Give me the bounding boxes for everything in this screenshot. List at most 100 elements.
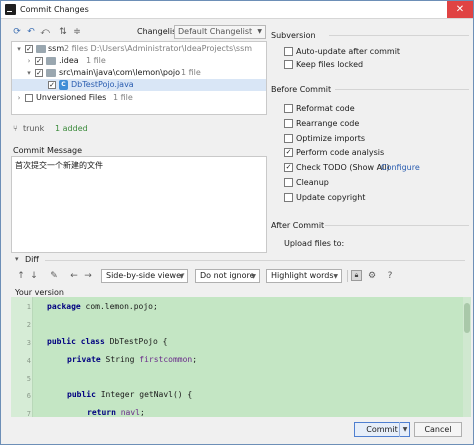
chevron-right-icon[interactable]: › (15, 92, 23, 104)
option-reformat-code[interactable]: Reformat code (284, 103, 469, 114)
undo-icon[interactable]: ↶ (25, 26, 37, 38)
chevron-down-icon: ▼ (251, 273, 256, 280)
refresh-icon[interactable]: ⟳ (11, 26, 23, 38)
tree-node-label: .idea (59, 56, 79, 65)
chevron-right-icon[interactable]: › (25, 55, 33, 67)
folder-icon (46, 69, 56, 77)
unversioned-checkbox[interactable] (25, 94, 33, 102)
tree-node-idea[interactable]: › ✓ .idea 1 file (12, 55, 266, 67)
arrow-left-icon[interactable]: ← (68, 270, 80, 282)
arrow-right-icon[interactable]: → (82, 270, 94, 282)
update-copyright-checkbox[interactable] (284, 193, 293, 202)
commit-options-dropdown[interactable]: ▼ (399, 422, 410, 437)
chevron-down-icon[interactable]: ▾ (15, 255, 19, 263)
diff-section-header[interactable]: ▾ Diff (11, 255, 471, 265)
branch-icon: ⑂ (13, 124, 18, 133)
commit-button-label: Commit (366, 425, 398, 434)
optimize-imports-checkbox[interactable] (284, 134, 293, 143)
rollback-icon[interactable]: ⤺ (39, 26, 51, 38)
option-label: Update copyright (296, 193, 366, 202)
ssm-checkbox[interactable]: ✓ (25, 45, 33, 53)
divider (329, 35, 469, 36)
upload-files-label: Upload files to: (284, 239, 345, 248)
highlight-select[interactable]: Highlight words ▼ (266, 269, 342, 283)
whitespace-select[interactable]: Do not ignore ▼ (195, 269, 260, 283)
reformat-code-checkbox[interactable] (284, 104, 293, 113)
diff-code-view[interactable]: 1 2 3 4 5 6 7 package com.lemon.pojo; pu… (11, 297, 471, 417)
code-method: getNavl (139, 390, 173, 399)
help-icon[interactable]: ? (384, 270, 396, 282)
divider (335, 89, 469, 90)
option-label: Check TODO (Show All) (296, 163, 390, 172)
option-keep-locked[interactable]: Keep files locked (284, 59, 469, 70)
option-auto-update[interactable]: Auto-update after commit (284, 46, 469, 57)
code-line: public class DbTestPojo { (47, 337, 167, 346)
check-todo-checkbox[interactable]: ✓ (284, 163, 293, 172)
code-scrollbar[interactable] (463, 297, 471, 417)
cancel-button[interactable]: Cancel (414, 422, 462, 437)
tree-node-unversioned[interactable]: › Unversioned Files 1 file (12, 92, 266, 104)
option-optimize-imports[interactable]: Optimize imports (284, 133, 469, 144)
arrow-down-icon[interactable]: ↓ (28, 270, 40, 282)
code-line: return navl; (87, 408, 145, 417)
option-update-copyright[interactable]: Update copyright (284, 192, 469, 203)
option-check-todo[interactable]: ✓ Check TODO (Show All) Configure (284, 162, 469, 173)
before-commit-section-title: Before Commit (271, 85, 332, 94)
chevron-down-icon[interactable]: ▾ (25, 67, 33, 79)
commit-changes-dialog: Commit Changes ✕ ⟳ ↶ ⤺ ⇅ ≑ Changelist: D… (0, 0, 474, 445)
code-text: com.lemon.pojo; (80, 302, 158, 311)
code-text: DbTestPojo { (104, 337, 168, 346)
changelist-select[interactable]: Default Changelist ▼ (174, 25, 266, 39)
option-label: Perform code analysis (296, 148, 385, 157)
gear-icon[interactable]: ⚙ (366, 270, 378, 282)
auto-update-checkbox[interactable] (284, 47, 293, 56)
option-perform-code-analysis[interactable]: ✓ Perform code analysis (284, 147, 469, 158)
scrollbar-thumb[interactable] (464, 303, 470, 333)
lock-icon[interactable]: 🔒︎ (351, 270, 362, 281)
configure-link[interactable]: Configure (381, 162, 420, 173)
pojo-checkbox[interactable]: ✓ (35, 69, 43, 77)
dbtestpojo-checkbox[interactable]: ✓ (48, 81, 56, 89)
tree-node-pojo-package[interactable]: ▾ ✓ src\main\java\com\lemon\pojo 1 file (12, 67, 266, 79)
option-label: Keep files locked (296, 60, 364, 69)
tree-node-label: ssm (48, 44, 65, 53)
diff-viewer-value: Side-by-side viewer (106, 271, 185, 280)
code-field: firstcommon (139, 355, 193, 364)
edit-icon[interactable]: ✎ (48, 270, 60, 282)
idea-checkbox[interactable]: ✓ (35, 57, 43, 65)
code-line: private String firstcommon; (67, 355, 197, 364)
tree-node-label: Unversioned Files (36, 93, 107, 102)
commit-message-label: Commit Message (13, 146, 83, 155)
expand-all-icon[interactable]: ⇅ (57, 26, 69, 38)
line-number: 3 (26, 339, 31, 347)
option-rearrange-code[interactable]: Rearrange code (284, 118, 469, 129)
chevron-down-icon: ▼ (257, 28, 262, 35)
tree-node-dbtestpojo[interactable]: ✓ C DbTestPojo.java (12, 79, 266, 91)
rearrange-code-checkbox[interactable] (284, 119, 293, 128)
code-line: public Integer getNavl() { (67, 390, 192, 399)
option-label: Optimize imports (296, 134, 365, 143)
after-commit-section-title: After Commit (271, 221, 325, 230)
close-button[interactable]: ✕ (447, 1, 473, 18)
folder-icon (36, 45, 46, 53)
option-cleanup[interactable]: Cleanup (284, 177, 469, 188)
arrow-up-icon[interactable]: ↑ (15, 270, 27, 282)
cancel-button-label: Cancel (424, 425, 452, 434)
code-keyword: public (67, 390, 96, 399)
highlight-value: Highlight words (271, 271, 334, 280)
chevron-down-icon[interactable]: ▾ (15, 43, 23, 55)
diff-viewer-select[interactable]: Side-by-side viewer ▼ (101, 269, 188, 283)
tree-node-ssm[interactable]: ▾ ✓ ssm 2 files D:\Users\Administrator\I… (12, 43, 266, 55)
java-class-icon: C (59, 80, 68, 90)
cleanup-checkbox[interactable] (284, 178, 293, 187)
commit-message-input[interactable]: 首次提交一个新建的文件 (11, 156, 267, 253)
keep-locked-checkbox[interactable] (284, 60, 293, 69)
dialog-button-bar: Commit ▼ Cancel (1, 419, 473, 444)
collapse-all-icon[interactable]: ≑ (71, 26, 83, 38)
tree-node-meta: 1 file (86, 56, 106, 65)
code-keyword: return (87, 408, 116, 417)
code-keyword: package (47, 302, 81, 311)
code-line: package com.lemon.pojo; (47, 302, 158, 311)
option-label: Auto-update after commit (296, 47, 401, 56)
perform-code-analysis-checkbox[interactable]: ✓ (284, 148, 293, 157)
